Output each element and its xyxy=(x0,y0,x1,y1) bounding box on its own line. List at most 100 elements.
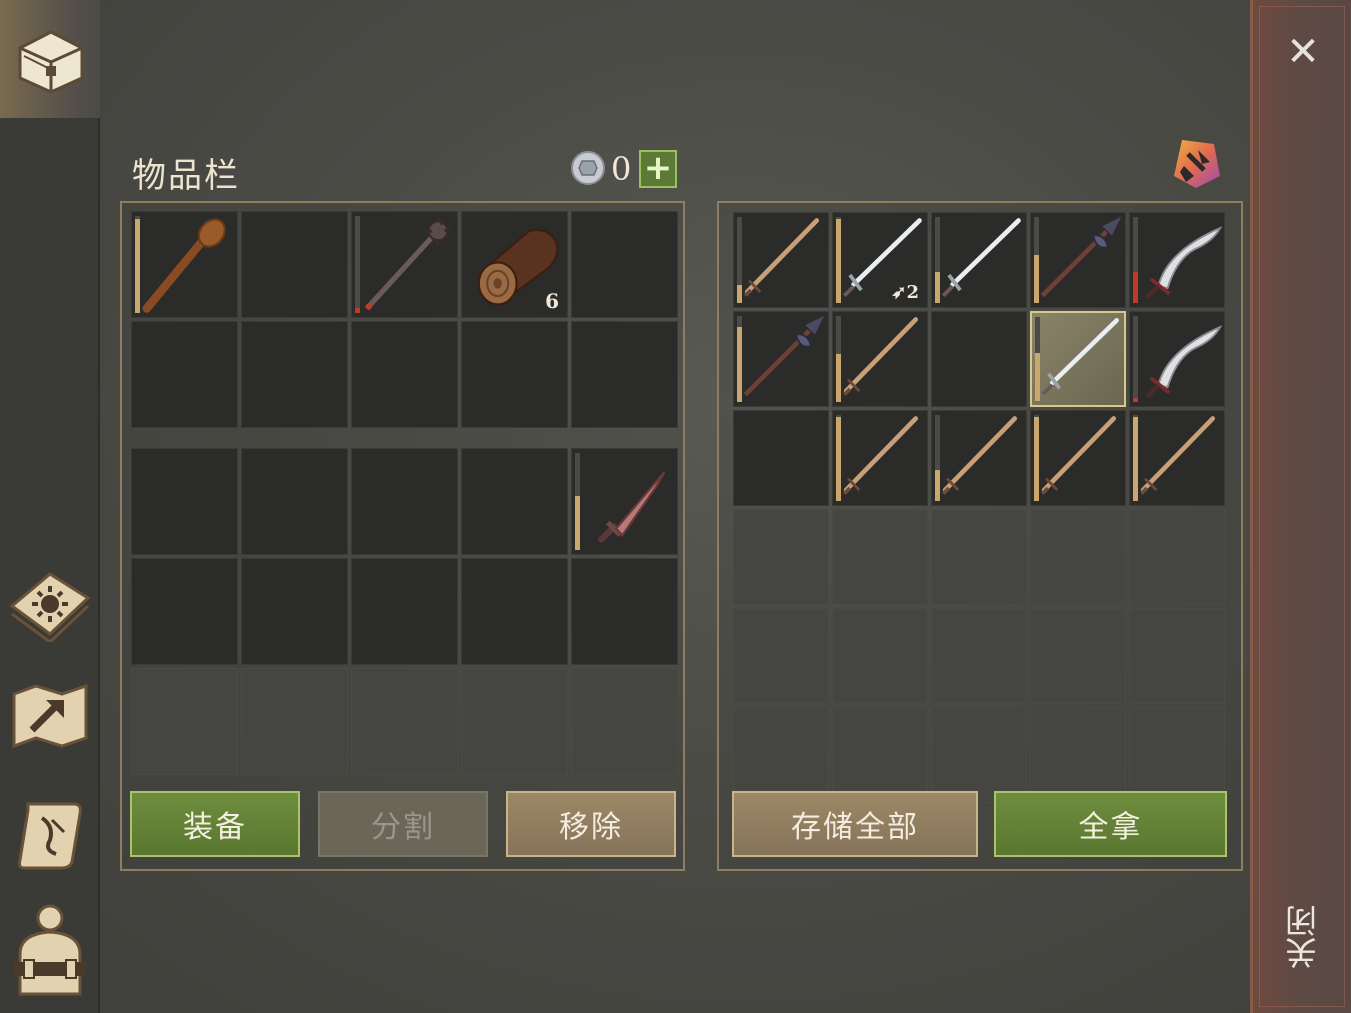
equip-button[interactable]: 装备 xyxy=(130,791,300,857)
empty-slot[interactable] xyxy=(461,321,568,428)
empty-slot[interactable] xyxy=(461,448,568,555)
storage-grid: ➶2 xyxy=(733,212,1225,803)
character-icon xyxy=(14,904,86,996)
item-slot[interactable] xyxy=(1030,212,1126,308)
item-slot[interactable] xyxy=(1030,410,1126,506)
item-slot[interactable] xyxy=(131,211,238,318)
map-icon xyxy=(12,683,88,749)
empty-slot[interactable] xyxy=(241,211,348,318)
wooden-sword-icon xyxy=(941,416,1018,496)
empty-slot[interactable] xyxy=(351,448,458,555)
quest-scroll-icon xyxy=(18,802,82,870)
empty-slot[interactable] xyxy=(931,608,1027,704)
wooden-sword-icon xyxy=(743,218,820,298)
empty-slot[interactable] xyxy=(733,608,829,704)
remove-button[interactable]: 移除 xyxy=(506,791,676,857)
steel-sword-icon xyxy=(941,218,1021,298)
sidebar-tab-character[interactable] xyxy=(8,904,92,996)
empty-slot[interactable] xyxy=(351,558,458,665)
scimitar-icon xyxy=(1145,226,1223,300)
empty-slot[interactable] xyxy=(351,668,458,775)
item-slot[interactable] xyxy=(733,311,829,407)
item-slot[interactable] xyxy=(1030,311,1126,407)
add-coins-button[interactable]: + xyxy=(639,150,677,188)
empty-slot[interactable] xyxy=(131,448,238,555)
take-all-button[interactable]: 全拿 xyxy=(994,791,1227,857)
halberd-icon xyxy=(743,315,825,397)
item-slot[interactable] xyxy=(1129,212,1225,308)
item-slot[interactable] xyxy=(571,448,678,555)
item-slot[interactable] xyxy=(931,212,1027,308)
item-quantity: 6 xyxy=(545,289,559,313)
inventory-title: 物品栏 xyxy=(132,156,240,196)
dagger-icon xyxy=(598,471,666,543)
inventory-upper-grid: 6 xyxy=(131,211,678,428)
item-slot[interactable] xyxy=(931,410,1027,506)
sidebar xyxy=(0,118,100,1013)
club-icon xyxy=(142,218,226,313)
empty-slot[interactable] xyxy=(931,707,1027,803)
empty-slot[interactable] xyxy=(131,321,238,428)
sidebar-tab-chest[interactable] xyxy=(0,0,100,118)
empty-slot[interactable] xyxy=(131,668,238,775)
store-all-button[interactable]: 存储全部 xyxy=(732,791,978,857)
wooden-sword-icon xyxy=(1139,416,1216,496)
empty-slot[interactable] xyxy=(1030,608,1126,704)
item-slot[interactable] xyxy=(1129,311,1225,407)
empty-slot[interactable] xyxy=(241,558,348,665)
chest-icon xyxy=(18,30,84,94)
close-label[interactable]: 关闭 xyxy=(1284,905,1325,969)
wooden-sword-icon xyxy=(842,416,919,496)
empty-slot[interactable] xyxy=(571,558,678,665)
empty-slot[interactable] xyxy=(1030,707,1126,803)
item-slot[interactable]: 6 xyxy=(461,211,568,318)
empty-slot[interactable] xyxy=(461,668,568,775)
item-slot[interactable] xyxy=(1129,410,1225,506)
sidebar-tab-crafting[interactable] xyxy=(8,562,92,646)
empty-slot[interactable] xyxy=(1129,509,1225,605)
empty-slot[interactable] xyxy=(571,321,678,428)
sidebar-tab-quests[interactable] xyxy=(8,792,92,876)
item-slot[interactable] xyxy=(733,212,829,308)
item-upgrade-badge: ➶2 xyxy=(891,282,919,303)
empty-slot[interactable] xyxy=(733,707,829,803)
silver-coin-icon xyxy=(571,151,605,185)
item-slot[interactable] xyxy=(832,311,928,407)
sort-broom-icon[interactable] xyxy=(1168,136,1224,192)
wooden-sword-icon xyxy=(1040,416,1117,496)
empty-slot[interactable] xyxy=(832,707,928,803)
empty-slot[interactable] xyxy=(241,668,348,775)
coin-count: 0 xyxy=(611,150,632,188)
sidebar-tab-map[interactable] xyxy=(8,674,92,758)
empty-slot[interactable] xyxy=(571,668,678,775)
crafting-book-icon xyxy=(9,572,91,642)
halberd-icon xyxy=(1040,216,1122,298)
item-slot[interactable] xyxy=(351,211,458,318)
item-slot[interactable] xyxy=(832,410,928,506)
inventory-lower-grid xyxy=(131,448,678,775)
empty-slot[interactable] xyxy=(131,558,238,665)
empty-slot[interactable] xyxy=(832,509,928,605)
empty-slot[interactable] xyxy=(241,321,348,428)
empty-slot[interactable] xyxy=(931,311,1027,407)
empty-slot[interactable] xyxy=(1129,707,1225,803)
empty-slot[interactable] xyxy=(1129,608,1225,704)
empty-slot[interactable] xyxy=(351,321,458,428)
wooden-sword-icon xyxy=(842,317,919,397)
close-icon[interactable]: ✕ xyxy=(1281,30,1325,74)
inventory-screen: 物品栏 0 + 6 装备 分割 移除 ➶2 存储全部 全拿 ✕ 关闭 xyxy=(0,0,1351,1013)
steel-sword-icon xyxy=(1041,318,1119,396)
close-panel[interactable]: ✕ 关闭 xyxy=(1250,0,1351,1013)
empty-slot[interactable] xyxy=(571,211,678,318)
empty-slot[interactable] xyxy=(1030,509,1126,605)
empty-slot[interactable] xyxy=(832,608,928,704)
empty-slot[interactable] xyxy=(931,509,1027,605)
empty-slot[interactable] xyxy=(241,448,348,555)
empty-slot[interactable] xyxy=(461,558,568,665)
mace-icon xyxy=(364,215,452,311)
empty-slot[interactable] xyxy=(733,509,829,605)
scimitar-icon xyxy=(1145,325,1223,399)
split-button[interactable]: 分割 xyxy=(318,791,488,857)
item-slot[interactable]: ➶2 xyxy=(832,212,928,308)
empty-slot[interactable] xyxy=(733,410,829,506)
